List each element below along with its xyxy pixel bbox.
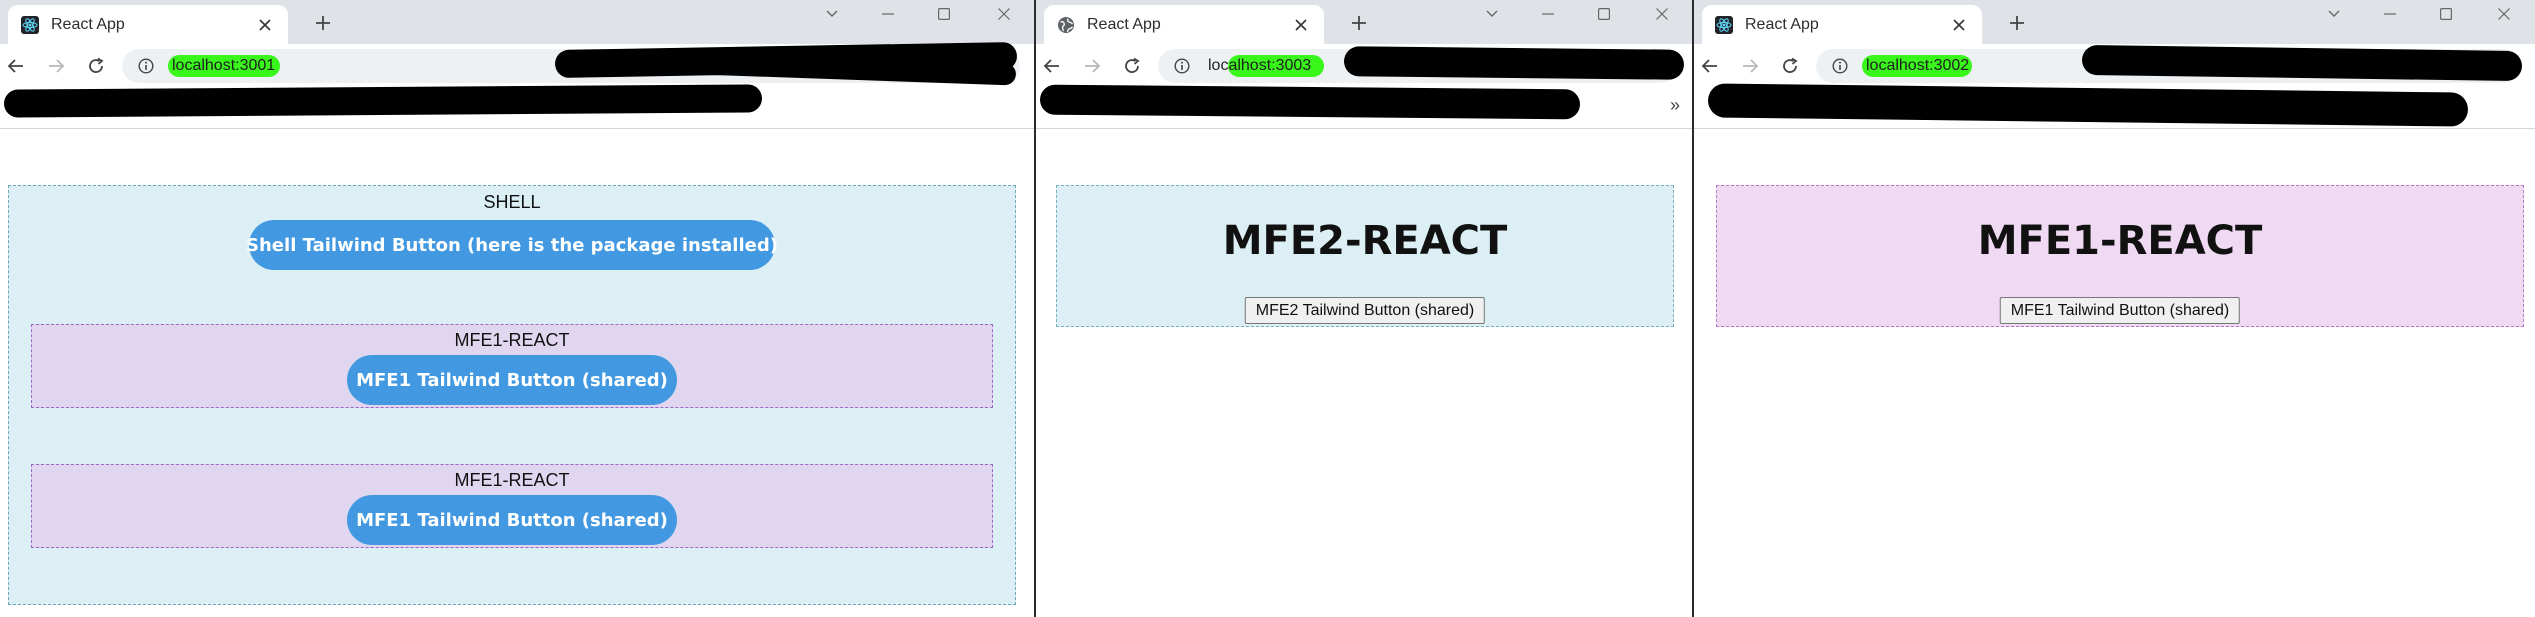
- close-tab-icon[interactable]: [252, 12, 278, 38]
- new-tab-button[interactable]: [1342, 8, 1376, 38]
- globe-icon: [1056, 15, 1076, 35]
- url-label: localhost:3003: [1208, 57, 1312, 74]
- page-viewport: MFE1-REACT MFE1 Tailwind Button (shared): [1694, 130, 2535, 617]
- page-viewport: SHELL Shell Tailwind Button (here is the…: [0, 130, 1034, 617]
- maximize-icon[interactable]: [924, 0, 964, 28]
- mfe1-tailwind-button[interactable]: MFE1 Tailwind Button (shared): [1999, 297, 2241, 324]
- mfe1-nested-label: MFE1-REACT: [454, 470, 570, 490]
- minimize-icon[interactable]: [1528, 0, 1568, 28]
- react-icon: [20, 15, 40, 35]
- shell-container: SHELL Shell Tailwind Button (here is the…: [8, 185, 1016, 605]
- tab-title: React App: [1087, 15, 1161, 33]
- maximize-icon[interactable]: [1584, 0, 1624, 28]
- forward-icon[interactable]: [42, 52, 70, 80]
- close-tab-icon[interactable]: [1946, 12, 1972, 38]
- bookmarks-overflow-icon[interactable]: »: [1670, 95, 1680, 116]
- url-label: localhost:3001: [172, 57, 276, 74]
- browser-tab[interactable]: React App: [1702, 5, 1982, 44]
- reload-icon[interactable]: [1776, 52, 1804, 80]
- tab-strip: React App: [1694, 0, 2535, 44]
- mfe1-title: MFE1-REACT: [1977, 218, 2263, 264]
- close-window-icon[interactable]: [1642, 0, 1682, 28]
- tab-title: React App: [51, 15, 125, 33]
- minimize-icon[interactable]: [2370, 0, 2410, 28]
- shell-tailwind-button[interactable]: Shell Tailwind Button (here is the packa…: [246, 220, 778, 270]
- new-tab-button[interactable]: [2000, 8, 2034, 38]
- url-text[interactable]: localhost:3003: [1208, 55, 1324, 77]
- url-text[interactable]: localhost:3001: [168, 55, 280, 77]
- shell-label: SHELL: [483, 192, 541, 212]
- forward-icon[interactable]: [1078, 52, 1106, 80]
- browser-window-mfe1: React App localhost:3002 MFE1-REACT MFE1…: [1694, 0, 2535, 617]
- close-tab-icon[interactable]: [1288, 12, 1314, 38]
- url-label: localhost:3002: [1866, 57, 1970, 74]
- mfe1-nested-container: MFE1-REACT MFE1 Tailwind Button (shared): [31, 464, 993, 548]
- back-icon[interactable]: [2, 52, 30, 80]
- forward-icon[interactable]: [1736, 52, 1764, 80]
- mfe1-nested-label: MFE1-REACT: [454, 330, 570, 350]
- back-icon[interactable]: [1696, 52, 1724, 80]
- tab-strip: React App: [0, 0, 1034, 44]
- info-icon[interactable]: [1172, 56, 1192, 76]
- browser-tab[interactable]: React App: [8, 5, 288, 44]
- tab-search-icon[interactable]: [1472, 0, 1512, 28]
- mfe2-container: MFE2-REACT MFE2 Tailwind Button (shared): [1056, 185, 1674, 327]
- browser-window-shell: React App localhost:3001 SHELL Shell Tai…: [0, 0, 1034, 617]
- close-window-icon[interactable]: [984, 0, 1024, 28]
- reload-icon[interactable]: [1118, 52, 1146, 80]
- mfe1-tailwind-button[interactable]: MFE1 Tailwind Button (shared): [347, 355, 677, 405]
- close-window-icon[interactable]: [2484, 0, 2524, 28]
- info-icon[interactable]: [136, 56, 156, 76]
- mfe2-tailwind-button[interactable]: MFE2 Tailwind Button (shared): [1244, 297, 1486, 324]
- redaction-scribble: [1039, 84, 1581, 120]
- mfe1-nested-container: MFE1-REACT MFE1 Tailwind Button (shared): [31, 324, 993, 408]
- tab-search-icon[interactable]: [2314, 0, 2354, 28]
- tab-title: React App: [1745, 15, 1819, 33]
- back-icon[interactable]: [1038, 52, 1066, 80]
- browser-tab[interactable]: React App: [1044, 5, 1324, 44]
- url-text[interactable]: localhost:3002: [1862, 55, 1972, 77]
- new-tab-button[interactable]: [306, 8, 340, 38]
- mfe1-tailwind-button[interactable]: MFE1 Tailwind Button (shared): [347, 495, 677, 545]
- tab-search-icon[interactable]: [812, 0, 852, 28]
- minimize-icon[interactable]: [868, 0, 908, 28]
- react-icon: [1714, 15, 1734, 35]
- maximize-icon[interactable]: [2426, 0, 2466, 28]
- reload-icon[interactable]: [82, 52, 110, 80]
- info-icon[interactable]: [1830, 56, 1850, 76]
- redaction-scribble: [1343, 46, 1685, 80]
- redaction-scribble: [3, 84, 763, 118]
- mfe2-title: MFE2-REACT: [1222, 218, 1508, 264]
- browser-window-mfe2: React App localhost:3003 » MFE2-REACT MF…: [1036, 0, 1692, 617]
- tab-strip: React App: [1036, 0, 1692, 44]
- page-viewport: MFE2-REACT MFE2 Tailwind Button (shared): [1036, 130, 1692, 617]
- mfe1-container: MFE1-REACT MFE1 Tailwind Button (shared): [1716, 185, 2524, 327]
- redaction-scribble: [2081, 44, 2523, 82]
